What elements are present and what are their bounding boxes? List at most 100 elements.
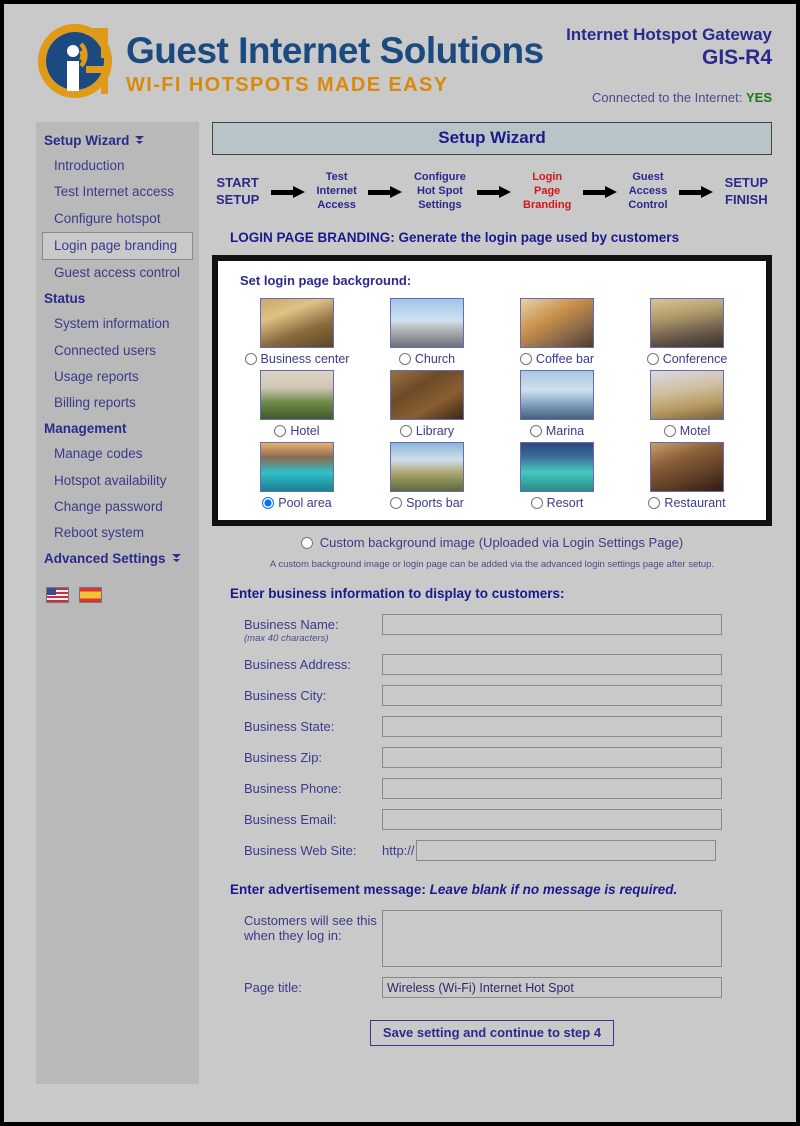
background-thumbnail-marina[interactable] — [520, 370, 594, 421]
input-business-name[interactable] — [382, 614, 722, 636]
background-option-marina[interactable]: Marina — [492, 370, 622, 438]
form-row-business-city: Business City: — [212, 680, 772, 711]
input-business-phone[interactable] — [382, 778, 722, 800]
page-header: Guest Internet Solutions WI-FI HOTSPOTS … — [4, 4, 796, 122]
advertisement-heading: Enter advertisement message: Leave blank… — [212, 866, 772, 905]
background-option-coffee-bar[interactable]: Coffee bar — [492, 298, 622, 366]
guest-internet-logo-icon — [34, 20, 116, 102]
input-business-state[interactable] — [382, 716, 722, 738]
background-thumbnail-pool-area[interactable] — [260, 442, 334, 493]
advertisement-label: Customers will see this when they log in… — [244, 913, 377, 944]
background-option-church[interactable]: Church — [362, 298, 492, 366]
sidebar-item-test-internet-access[interactable]: Test Internet access — [36, 179, 199, 205]
background-thumbnail-conference[interactable] — [650, 298, 724, 349]
es-flag-icon[interactable] — [79, 587, 102, 604]
background-option-hotel[interactable]: Hotel — [232, 370, 362, 438]
advertisement-heading-italic: Leave blank if no message is required. — [429, 882, 678, 898]
background-option-motel[interactable]: Motel — [622, 370, 752, 438]
form-row-business-address: Business Address: — [212, 649, 772, 680]
sidebar-item-connected-users[interactable]: Connected users — [36, 338, 199, 364]
background-options-grid: Business center Church Coffee bar Conferenc… — [232, 298, 752, 510]
background-option-conference[interactable]: Conference — [622, 298, 752, 366]
label-business-zip: Business Zip: — [244, 750, 323, 766]
sidebar-item-configure-hotspot[interactable]: Configure hotspot — [36, 206, 199, 232]
background-radio-motel[interactable] — [663, 425, 676, 438]
background-option-library[interactable]: Library — [362, 370, 492, 438]
wizard-step-2: Test Internet Access — [316, 171, 357, 211]
sidebar-group-label: Status — [44, 291, 86, 307]
background-radio-conference[interactable] — [646, 353, 659, 366]
sidebar-group-advanced-settings[interactable]: Advanced Settings — [36, 546, 199, 571]
custom-background-option[interactable]: Custom background image (Uploaded via Lo… — [212, 526, 772, 550]
sidebar-item-reboot-system[interactable]: Reboot system — [36, 520, 199, 546]
input-business-address[interactable] — [382, 654, 722, 676]
background-radio-restaurant[interactable] — [648, 497, 661, 510]
custom-background-label: Custom background image (Uploaded via Lo… — [319, 535, 684, 551]
background-option-row: Sports bar — [390, 496, 464, 510]
us-flag-icon[interactable] — [46, 587, 69, 604]
label-business-name: Business Name: (max 40 characters) — [212, 614, 382, 644]
sidebar-item-manage-codes[interactable]: Manage codes — [36, 441, 199, 467]
sidebar-group-status[interactable]: Status — [36, 286, 199, 311]
background-radio-pool-area[interactable] — [262, 497, 275, 510]
business-info-form: Business Name: (max 40 characters) Busines… — [212, 609, 772, 866]
background-radio-coffee-bar[interactable] — [519, 353, 532, 366]
background-radio-sports-bar[interactable] — [390, 497, 403, 510]
advertisement-textarea[interactable] — [382, 910, 722, 968]
label-hint-business-name: (max 40 characters) — [244, 633, 329, 645]
input-business-web-site[interactable] — [415, 840, 716, 862]
form-row-business-phone: Business Phone: — [212, 773, 772, 804]
input-business-email[interactable] — [382, 809, 722, 831]
custom-background-radio[interactable] — [300, 536, 313, 549]
background-option-restaurant[interactable]: Restaurant — [622, 442, 752, 510]
sidebar-item-introduction[interactable]: Introduction — [36, 153, 199, 179]
brand-logo: Guest Internet Solutions WI-FI HOTSPOTS … — [34, 20, 544, 102]
background-thumbnail-church[interactable] — [390, 298, 464, 349]
background-radio-library[interactable] — [399, 425, 412, 438]
page-title-input[interactable] — [382, 977, 722, 999]
connection-status-value: YES — [745, 89, 772, 105]
label-business-email: Business Email: — [244, 812, 337, 828]
sidebar-item-change-password[interactable]: Change password — [36, 494, 199, 520]
background-thumbnail-resort[interactable] — [520, 442, 594, 493]
background-option-business-center[interactable]: Business center — [232, 298, 362, 366]
sidebar-item-guest-access-control[interactable]: Guest access control — [36, 260, 199, 286]
background-thumbnail-motel[interactable] — [650, 370, 724, 421]
background-thumbnail-library[interactable] — [390, 370, 464, 421]
sidebar-group-management[interactable]: Management — [36, 416, 199, 441]
advertisement-heading-bold: Enter advertisement message: — [230, 882, 426, 898]
page-frame: Guest Internet Solutions WI-FI HOTSPOTS … — [4, 4, 796, 1122]
background-radio-business-center[interactable] — [244, 353, 257, 366]
form-row-business-state: Business State: — [212, 711, 772, 742]
sidebar-item-billing-reports[interactable]: Billing reports — [36, 390, 199, 416]
form-row-business-web-site: Business Web Site: http:// — [212, 835, 772, 866]
sidebar-group-label: Advanced Settings — [44, 551, 166, 567]
background-option-label: Marina — [545, 424, 585, 439]
save-and-continue-button[interactable]: Save setting and continue to step 4 — [369, 1020, 615, 1047]
background-picker-panel: Set login page background: Business cent… — [212, 255, 772, 527]
business-info-heading: Enter business information to display to… — [230, 586, 565, 602]
background-thumbnail-business-center[interactable] — [260, 298, 334, 349]
background-thumbnail-sports-bar[interactable] — [390, 442, 464, 493]
background-radio-resort[interactable] — [530, 497, 543, 510]
background-option-label: Motel — [679, 424, 711, 439]
background-radio-church[interactable] — [398, 353, 411, 366]
background-option-resort[interactable]: Resort — [492, 442, 622, 510]
sidebar-item-usage-reports[interactable]: Usage reports — [36, 364, 199, 390]
input-business-city[interactable] — [382, 685, 722, 707]
sidebar-item-system-information[interactable]: System information — [36, 311, 199, 337]
chevron-down-icon — [171, 552, 182, 566]
sidebar-item-login-page-branding[interactable]: Login page branding — [42, 231, 193, 260]
sidebar-group-setup-wizard[interactable]: Setup Wizard — [36, 128, 199, 153]
background-thumbnail-coffee-bar[interactable] — [520, 298, 594, 349]
background-thumbnail-hotel[interactable] — [260, 370, 334, 421]
background-thumbnail-restaurant[interactable] — [650, 442, 724, 493]
background-option-sports-bar[interactable]: Sports bar — [362, 442, 492, 510]
background-radio-marina[interactable] — [529, 425, 542, 438]
sidebar-item-hotspot-availability[interactable]: Hotspot availability — [36, 468, 199, 494]
background-picker-title: Set login page background: — [240, 273, 412, 289]
background-radio-hotel[interactable] — [274, 425, 287, 438]
background-option-pool-area[interactable]: Pool area — [232, 442, 362, 510]
wizard-step-5: Guest Access Control — [628, 171, 668, 211]
input-business-zip[interactable] — [382, 747, 722, 769]
